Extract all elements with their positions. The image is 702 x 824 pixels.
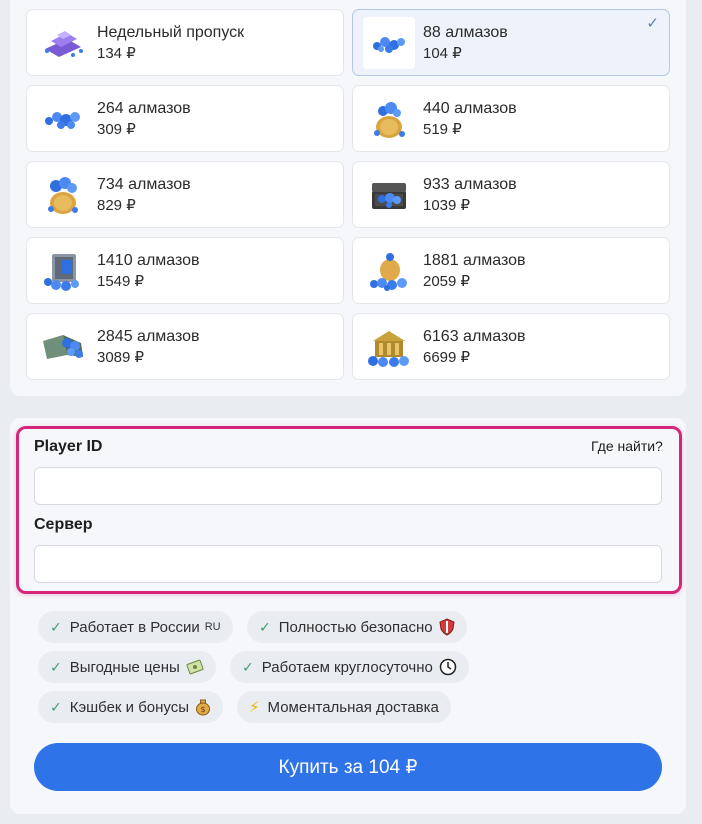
feature-tag-delivery: ⚡ Моментальная доставка xyxy=(237,691,451,723)
server-input[interactable] xyxy=(34,545,662,583)
product-card-weekly-pass[interactable]: Недельный пропуск 134 ₽ xyxy=(26,9,344,76)
money-icon xyxy=(186,658,204,676)
product-title: 1410 алмазов xyxy=(97,251,200,269)
feature-tag-24-7: ✓ Работаем круглосуточно xyxy=(230,651,469,683)
product-card-734-diamonds[interactable]: 734 алмазов 829 ₽ xyxy=(26,161,344,228)
check-icon: ✓ xyxy=(50,698,62,715)
product-card-2845-diamonds[interactable]: 2845 алмазов 3089 ₽ xyxy=(26,313,344,380)
product-title: 1881 алмазов xyxy=(423,251,526,269)
check-icon: ✓ xyxy=(50,658,62,675)
product-card-1410-diamonds[interactable]: 1410 алмазов 1549 ₽ xyxy=(26,237,344,304)
product-title: Недельный пропуск xyxy=(97,23,245,41)
feature-text: Работает в России xyxy=(69,618,200,636)
product-title: 734 алмазов xyxy=(97,175,191,193)
product-title: 933 алмазов xyxy=(423,175,517,193)
product-price: 829 ₽ xyxy=(97,196,136,214)
product-price: 134 ₽ xyxy=(97,44,136,62)
diamond-safe-icon xyxy=(37,245,89,297)
diamond-sack-icon xyxy=(363,245,415,297)
money-bag-icon: $ xyxy=(195,698,211,716)
product-card-6163-diamonds[interactable]: 6163 алмазов 6699 ₽ xyxy=(352,313,670,380)
product-title: 440 алмазов xyxy=(423,99,517,117)
product-card-440-diamonds[interactable]: 440 алмазов 519 ₽ xyxy=(352,85,670,152)
product-title: 264 алмазов xyxy=(97,99,191,117)
feature-tag-cashback: ✓ Кэшбек и бонусы $ xyxy=(38,691,224,723)
clock-icon xyxy=(439,658,457,676)
product-card-264-diamonds[interactable]: 264 алмазов 309 ₽ xyxy=(26,85,344,152)
feature-text: Моментальная доставка xyxy=(267,698,439,716)
lightning-icon: ⚡ xyxy=(249,699,260,716)
product-card-1881-diamonds[interactable]: 1881 алмазов 2059 ₽ xyxy=(352,237,670,304)
diamond-vault-icon xyxy=(363,321,415,373)
svg-text:$: $ xyxy=(200,705,205,714)
check-icon: ✓ xyxy=(242,658,254,675)
check-icon: ✓ xyxy=(50,618,62,635)
product-price: 309 ₽ xyxy=(97,120,136,138)
server-label: Сервер xyxy=(34,516,93,533)
check-icon: ✓ xyxy=(259,618,271,635)
product-title: 2845 алмазов xyxy=(97,327,200,345)
player-id-input[interactable] xyxy=(34,467,662,505)
diamond-bag-icon xyxy=(37,169,89,221)
product-price: 104 ₽ xyxy=(423,44,462,62)
product-price: 1039 ₽ xyxy=(423,196,471,214)
feature-text: Работаем круглосуточно xyxy=(261,658,433,676)
diamonds-pile-icon xyxy=(37,93,89,145)
player-id-label: Player ID xyxy=(34,438,103,455)
feature-tag-safe: ✓ Полностью безопасно xyxy=(247,611,467,643)
product-title: 6163 алмазов xyxy=(423,327,526,345)
feature-tag-prices: ✓ Выгодные цены xyxy=(38,651,216,683)
where-to-find-link[interactable]: Где найти? xyxy=(591,438,663,454)
feature-text: Кэшбек и бонусы xyxy=(69,698,190,716)
product-price: 2059 ₽ xyxy=(423,272,471,290)
product-price: 3089 ₽ xyxy=(97,348,145,366)
product-price: 1549 ₽ xyxy=(97,272,145,290)
feature-tag-russia: ✓ Работает в России RU xyxy=(38,611,233,643)
selected-check-icon: ✓ xyxy=(646,15,659,32)
buy-button[interactable]: Купить за 104 ₽ xyxy=(34,743,662,791)
ru-badge: RU xyxy=(204,621,221,633)
product-price: 519 ₽ xyxy=(423,120,462,138)
product-card-933-diamonds[interactable]: 933 алмазов 1039 ₽ xyxy=(352,161,670,228)
product-price: 6699 ₽ xyxy=(423,348,471,366)
diamond-cart-icon xyxy=(37,321,89,373)
product-title: 88 алмазов xyxy=(423,23,508,41)
product-card-88-diamonds[interactable]: 88 алмазов 104 ₽ ✓ xyxy=(352,9,670,76)
weekly-pass-icon xyxy=(37,17,89,69)
diamond-bag-icon xyxy=(363,93,415,145)
feature-text: Полностью безопасно xyxy=(278,618,433,636)
diamond-chest-icon xyxy=(363,169,415,221)
feature-text: Выгодные цены xyxy=(69,658,180,676)
shield-icon xyxy=(439,618,455,636)
diamonds-pile-small-icon xyxy=(363,16,415,69)
